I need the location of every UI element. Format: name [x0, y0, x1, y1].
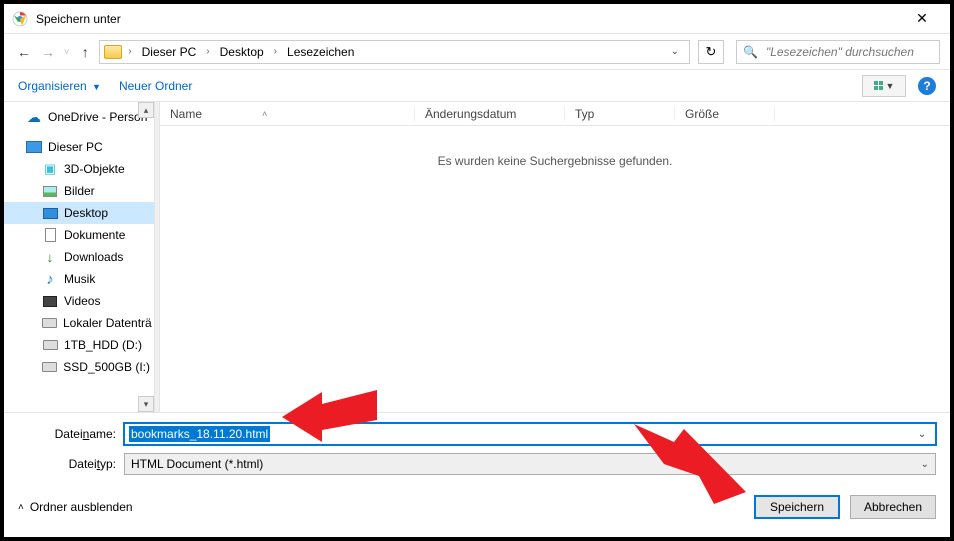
- organize-menu[interactable]: Organisieren ▼: [18, 79, 101, 93]
- nav-row: ← → ˅ ↑ › Dieser PC › Desktop › Lesezeic…: [4, 34, 950, 70]
- filename-text-input[interactable]: [270, 426, 913, 442]
- filetype-select[interactable]: HTML Document (*.html) ⌄: [124, 453, 936, 475]
- filename-input[interactable]: bookmarks_18.11.20.html ⌄: [124, 423, 936, 445]
- scroll-down-button[interactable]: ▾: [138, 396, 154, 412]
- help-button[interactable]: ?: [918, 77, 936, 95]
- title-bar: Speichern unter ✕: [4, 4, 950, 34]
- save-button[interactable]: Speichern: [754, 495, 840, 519]
- breadcrumb-item[interactable]: Desktop: [216, 43, 268, 61]
- search-input[interactable]: [764, 44, 933, 60]
- close-button[interactable]: ✕: [900, 4, 944, 34]
- chevron-right-icon: ›: [126, 46, 133, 57]
- tree-item-label: Downloads: [64, 250, 123, 264]
- chevron-down-icon[interactable]: ˅: [62, 47, 71, 57]
- footer: ˄ Ordner ausblenden Speichern Abbrechen: [4, 483, 950, 531]
- chevron-right-icon: ›: [204, 46, 211, 57]
- breadcrumb-item[interactable]: Lesezeichen: [283, 43, 358, 61]
- tree-item-label: 3D-Objekte: [64, 162, 125, 176]
- tree-item-doc[interactable]: Dokumente: [4, 224, 154, 246]
- tree-item-video[interactable]: Videos: [4, 290, 154, 312]
- address-bar[interactable]: › Dieser PC › Desktop › Lesezeichen ⌄: [99, 40, 690, 64]
- cancel-button[interactable]: Abbrechen: [850, 495, 936, 519]
- tree-item-3d[interactable]: ▣3D-Objekte: [4, 158, 154, 180]
- refresh-button[interactable]: ↻: [698, 40, 724, 64]
- filename-value[interactable]: bookmarks_18.11.20.html: [129, 426, 270, 442]
- chevron-down-icon: ▼: [886, 81, 895, 91]
- tree-item-label: SSD_500GB (I:): [63, 360, 150, 374]
- breadcrumb-item[interactable]: Dieser PC: [138, 43, 201, 61]
- tree-item-label: 1TB_HDD (D:): [64, 338, 142, 352]
- up-button[interactable]: ↑: [75, 42, 95, 62]
- column-type[interactable]: Typ: [565, 107, 675, 121]
- chevron-up-icon: ˄: [18, 502, 24, 513]
- tree-item-label: Dokumente: [64, 228, 125, 242]
- empty-message: Es wurden keine Suchergebnisse gefunden.: [160, 126, 950, 168]
- tree-item-label: Videos: [64, 294, 100, 308]
- bottom-panel: Dateiname: bookmarks_18.11.20.html ⌄ Dat…: [4, 412, 950, 475]
- tree-item-pc[interactable]: Dieser PC: [4, 136, 154, 158]
- column-headers: Name˄ Änderungsdatum Typ Größe: [160, 102, 950, 126]
- list-pane: Name˄ Änderungsdatum Typ Größe Es wurden…: [160, 102, 950, 412]
- tree-item-pic[interactable]: Bilder: [4, 180, 154, 202]
- tree-item-label: Dieser PC: [48, 140, 103, 154]
- window-title: Speichern unter: [36, 12, 900, 26]
- tree-item-disk[interactable]: 1TB_HDD (D:): [4, 334, 154, 356]
- tree-item-disk[interactable]: Lokaler Datenträ: [4, 312, 154, 334]
- tree-item-desktop[interactable]: Desktop: [4, 202, 154, 224]
- grid-icon: [874, 81, 883, 90]
- column-date[interactable]: Änderungsdatum: [415, 107, 565, 121]
- tree-item-label: Lokaler Datenträ: [63, 316, 152, 330]
- filetype-value: HTML Document (*.html): [131, 457, 263, 471]
- chevron-right-icon: ›: [272, 46, 279, 57]
- folder-icon: [104, 45, 122, 59]
- column-size[interactable]: Größe: [675, 107, 775, 121]
- hide-folders-toggle[interactable]: ˄ Ordner ausblenden: [18, 500, 133, 514]
- chrome-icon: [12, 11, 28, 27]
- forward-button[interactable]: →: [38, 42, 58, 62]
- tree-item-label: Desktop: [64, 206, 108, 220]
- sort-indicator-icon: ˄: [262, 109, 267, 119]
- view-mode-button[interactable]: ▼: [862, 75, 906, 97]
- filename-label: Dateiname:: [4, 427, 124, 441]
- search-box[interactable]: 🔍: [736, 40, 940, 64]
- tree-item-disk[interactable]: SSD_500GB (I:): [4, 356, 154, 378]
- body-area: ▴ ☁OneDrive - Person Dieser PC ▣3D-Objekte…: [4, 102, 950, 412]
- new-folder-button[interactable]: Neuer Ordner: [119, 79, 192, 93]
- toolbar: Organisieren ▼ Neuer Ordner ▼ ?: [4, 70, 950, 102]
- tree-item-music[interactable]: ♪Musik: [4, 268, 154, 290]
- filetype-dropdown-icon[interactable]: ⌄: [921, 459, 929, 470]
- back-button[interactable]: ←: [14, 42, 34, 62]
- address-dropdown-icon[interactable]: ⌄: [665, 46, 685, 57]
- filetype-label: Dateityp:: [4, 457, 124, 471]
- search-icon: 🔍: [743, 45, 758, 59]
- tree-item-down[interactable]: ↓Downloads: [4, 246, 154, 268]
- tree-item-label: Musik: [64, 272, 95, 286]
- tree-item-label: OneDrive - Person: [48, 110, 147, 124]
- tree-item-onedrive[interactable]: ☁OneDrive - Person: [4, 106, 154, 128]
- tree-item-label: Bilder: [64, 184, 95, 198]
- filename-dropdown-icon[interactable]: ⌄: [913, 429, 931, 440]
- scroll-up-button[interactable]: ▴: [138, 102, 154, 118]
- column-name[interactable]: Name˄: [160, 107, 415, 121]
- folder-tree: ▴ ☁OneDrive - Person Dieser PC ▣3D-Objekte…: [4, 102, 154, 412]
